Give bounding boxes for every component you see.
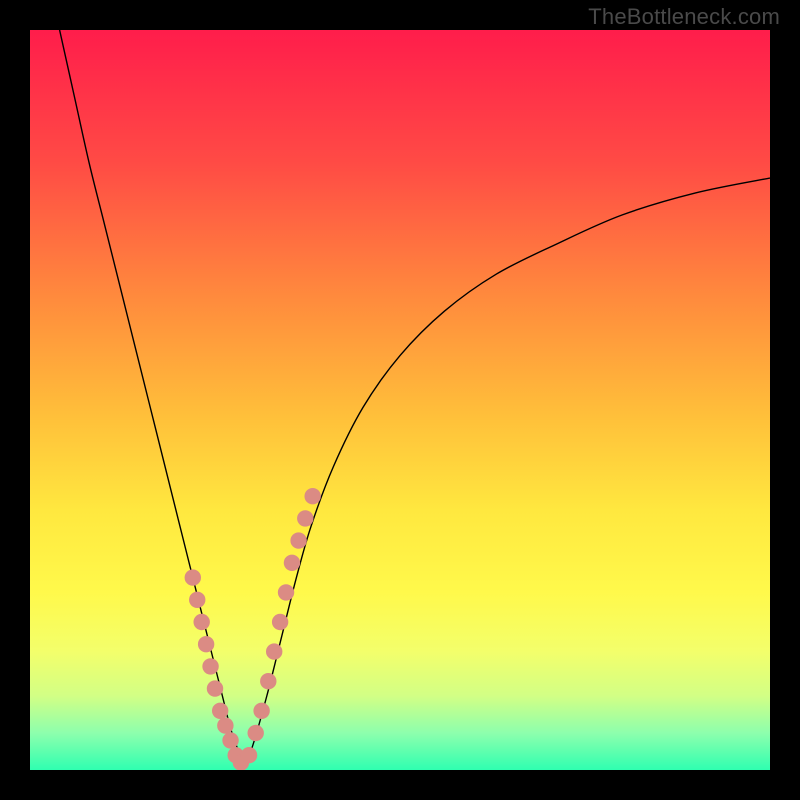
data-dot [272,614,288,630]
plot-viewport [30,30,770,770]
data-dot [304,488,320,504]
gradient-background [30,30,770,770]
data-dot [222,732,238,748]
chart-frame: TheBottleneck.com [0,0,800,800]
data-dot [253,703,269,719]
data-dot [248,725,264,741]
data-dot [212,703,228,719]
data-dot [266,643,282,659]
data-dot [217,717,233,733]
data-dot [297,510,313,526]
data-dot [189,592,205,608]
data-dot [198,636,214,652]
data-dot [202,658,218,674]
bottleneck-curve-chart [30,30,770,770]
data-dot [284,555,300,571]
watermark-text: TheBottleneck.com [588,4,780,30]
data-dot [278,584,294,600]
data-dot [193,614,209,630]
data-dot [260,673,276,689]
data-dot [185,569,201,585]
data-dot [290,532,306,548]
data-dot [241,747,257,763]
data-dot [207,680,223,696]
